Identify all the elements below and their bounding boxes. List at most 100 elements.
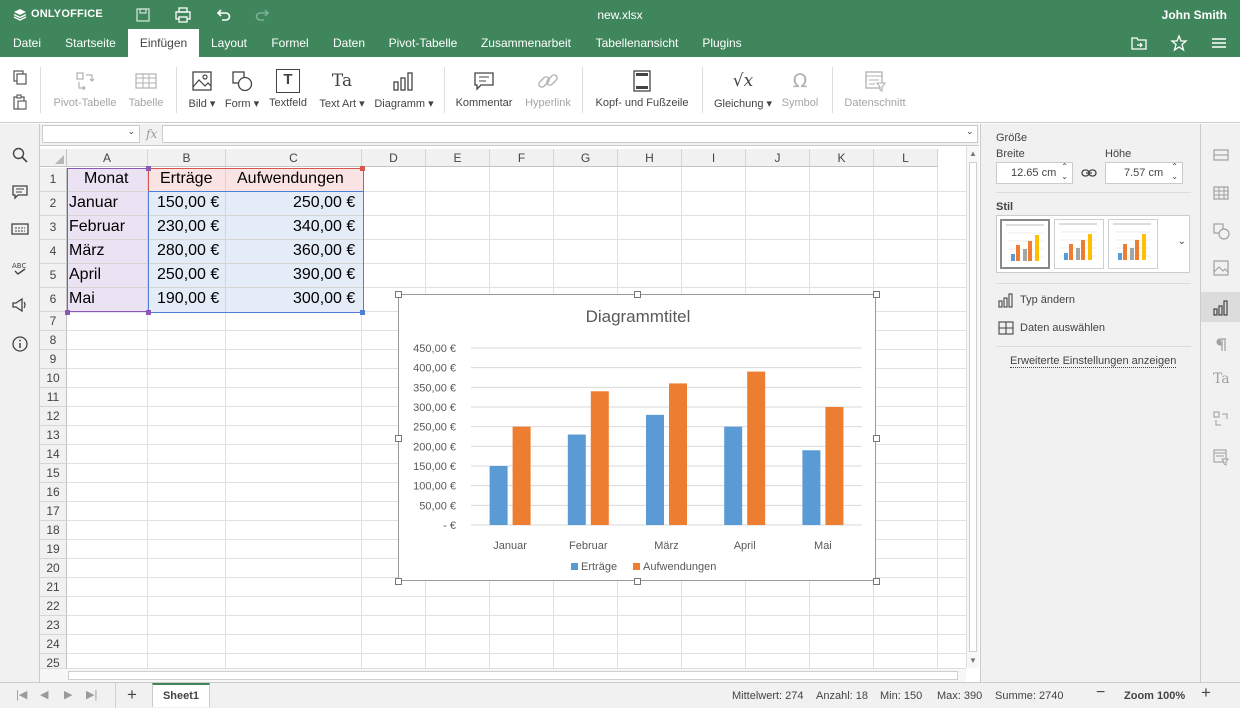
row-header-21[interactable]: 21 [40, 578, 67, 597]
chart-resize-handle[interactable] [395, 434, 402, 442]
tab-plugins[interactable]: Plugins [692, 29, 752, 57]
chart-resize-handle[interactable] [395, 291, 402, 298]
chart-style-thumbnail[interactable] [1000, 219, 1050, 269]
row-header-11[interactable]: 11 [40, 388, 67, 407]
row-header-19[interactable]: 19 [40, 540, 67, 559]
search-icon[interactable] [11, 146, 29, 164]
cell-c2[interactable]: 250,00 € [293, 194, 355, 212]
cell-a5[interactable]: April [69, 266, 101, 284]
header-footer-button[interactable]: Kopf- und Fußzeile [592, 57, 692, 123]
pivot-settings-icon[interactable] [1212, 410, 1230, 428]
cell-a4[interactable]: März [69, 242, 105, 260]
row-header-15[interactable]: 15 [40, 464, 67, 483]
column-header-c[interactable]: C [226, 149, 362, 167]
row-header-20[interactable]: 20 [40, 559, 67, 578]
menu-icon[interactable] [1210, 34, 1228, 52]
chart-object[interactable]: Diagrammtitel - € 50,00 € 100,00 € 150,00 € 2… [398, 294, 876, 581]
table-button[interactable]: Tabelle [124, 57, 168, 123]
cell-a2[interactable]: Januar [69, 194, 118, 212]
paragraph-settings-icon[interactable] [1212, 336, 1230, 354]
width-stepper-icon[interactable]: ⌃ ⌄ [1061, 162, 1068, 182]
cell-c6[interactable]: 300,00 € [293, 290, 355, 308]
row-header-4[interactable]: 4 [40, 240, 67, 264]
height-stepper-icon[interactable]: ⌃ ⌄ [1171, 162, 1178, 182]
row-header-13[interactable]: 13 [40, 426, 67, 445]
vertical-scroll-thumb[interactable] [969, 162, 977, 652]
about-icon[interactable] [11, 335, 29, 353]
cell-a3[interactable]: Februar [69, 218, 125, 236]
copy-icon[interactable] [12, 69, 28, 85]
row-header-5[interactable]: 5 [40, 264, 67, 288]
chart-settings-tab[interactable] [1201, 292, 1240, 322]
range-handle[interactable] [146, 310, 151, 315]
prev-sheet-icon[interactable]: ◀ [40, 688, 48, 701]
row-header-2[interactable]: 2 [40, 192, 67, 216]
first-sheet-icon[interactable]: |◀ [16, 688, 27, 701]
horizontal-scrollbar[interactable] [40, 668, 966, 682]
formula-expand-icon[interactable]: ⌄ [966, 126, 974, 137]
horizontal-scroll-thumb[interactable] [68, 671, 958, 680]
row-header-17[interactable]: 17 [40, 502, 67, 521]
shape-settings-icon[interactable] [1212, 222, 1230, 240]
name-box[interactable]: ⌄ [42, 125, 140, 143]
column-header-a[interactable]: A [67, 149, 148, 167]
select-all-corner[interactable] [40, 149, 67, 167]
text-art-settings-icon[interactable]: Ta [1213, 371, 1230, 387]
table-settings-icon[interactable] [1212, 184, 1230, 202]
zoom-in-icon[interactable]: + [1201, 683, 1211, 703]
row-header-10[interactable]: 10 [40, 369, 67, 388]
column-header-d[interactable]: D [362, 149, 426, 167]
style-gallery-expand-icon[interactable]: ⌄ [1178, 236, 1186, 247]
column-header-k[interactable]: K [810, 149, 874, 167]
cell-a6[interactable]: Mai [69, 290, 95, 308]
spellcheck-icon[interactable]: ABC [11, 259, 29, 277]
formula-input[interactable] [162, 125, 978, 143]
tab-formel[interactable]: Formel [260, 29, 320, 57]
advanced-settings-link[interactable]: Erweiterte Einstellungen anzeigen [1010, 355, 1177, 368]
row-header-6[interactable]: 6 [40, 288, 67, 312]
range-handle[interactable] [360, 310, 365, 315]
tab-pivot-tabelle[interactable]: Pivot-Tabelle [378, 29, 468, 57]
row-header-14[interactable]: 14 [40, 445, 67, 464]
column-header-i[interactable]: I [682, 149, 746, 167]
range-handle[interactable] [146, 166, 151, 171]
chart-resize-handle[interactable] [873, 578, 880, 585]
row-header-24[interactable]: 24 [40, 635, 67, 654]
function-icon[interactable]: fx [146, 127, 157, 141]
vertical-scrollbar[interactable]: ▲ ▼ [966, 146, 979, 668]
paste-icon[interactable] [12, 94, 28, 110]
column-header-e[interactable]: E [426, 149, 490, 167]
chart-style-thumbnail[interactable] [1054, 219, 1104, 269]
tab-datei[interactable]: Datei [2, 29, 52, 57]
cell-b1[interactable]: Erträge [160, 170, 212, 188]
textbox-button[interactable]: T Textfeld [264, 57, 312, 123]
user-name[interactable]: John Smith [1162, 8, 1227, 22]
row-header-18[interactable]: 18 [40, 521, 67, 540]
add-sheet-icon[interactable]: + [127, 685, 137, 705]
next-sheet-icon[interactable]: ▶ [64, 688, 72, 701]
chat-icon[interactable] [11, 221, 29, 239]
row-header-23[interactable]: 23 [40, 616, 67, 635]
cell-c3[interactable]: 340,00 € [293, 218, 355, 236]
image-settings-icon[interactable] [1212, 259, 1230, 277]
cell-b3[interactable]: 230,00 € [157, 218, 219, 236]
symbol-button[interactable]: Ω Symbol [778, 57, 822, 123]
tab-startseite[interactable]: Startseite [54, 29, 127, 57]
cell-b2[interactable]: 150,00 € [157, 194, 219, 212]
scroll-down-icon[interactable]: ▼ [969, 656, 977, 665]
row-header-9[interactable]: 9 [40, 350, 67, 369]
chart-resize-handle[interactable] [873, 434, 880, 442]
chart-button[interactable]: Diagramm ▾ [372, 57, 436, 123]
aspect-ratio-link-icon[interactable] [1081, 166, 1097, 180]
width-input[interactable]: 12.65 cm ⌃ ⌄ [996, 162, 1073, 184]
zoom-level[interactable]: Zoom 100% [1124, 690, 1185, 702]
chart-resize-handle[interactable] [873, 291, 880, 298]
chart-style-thumbnail[interactable] [1108, 219, 1158, 269]
tab-daten[interactable]: Daten [322, 29, 376, 57]
image-button[interactable]: Bild ▾ [184, 57, 220, 123]
shape-button[interactable]: Form ▾ [222, 57, 262, 123]
hyperlink-button[interactable]: Hyperlink [520, 57, 576, 123]
row-header-16[interactable]: 16 [40, 483, 67, 502]
pivot-table-button[interactable]: Pivot-Tabelle [50, 57, 120, 123]
chart-resize-handle[interactable] [634, 578, 641, 585]
